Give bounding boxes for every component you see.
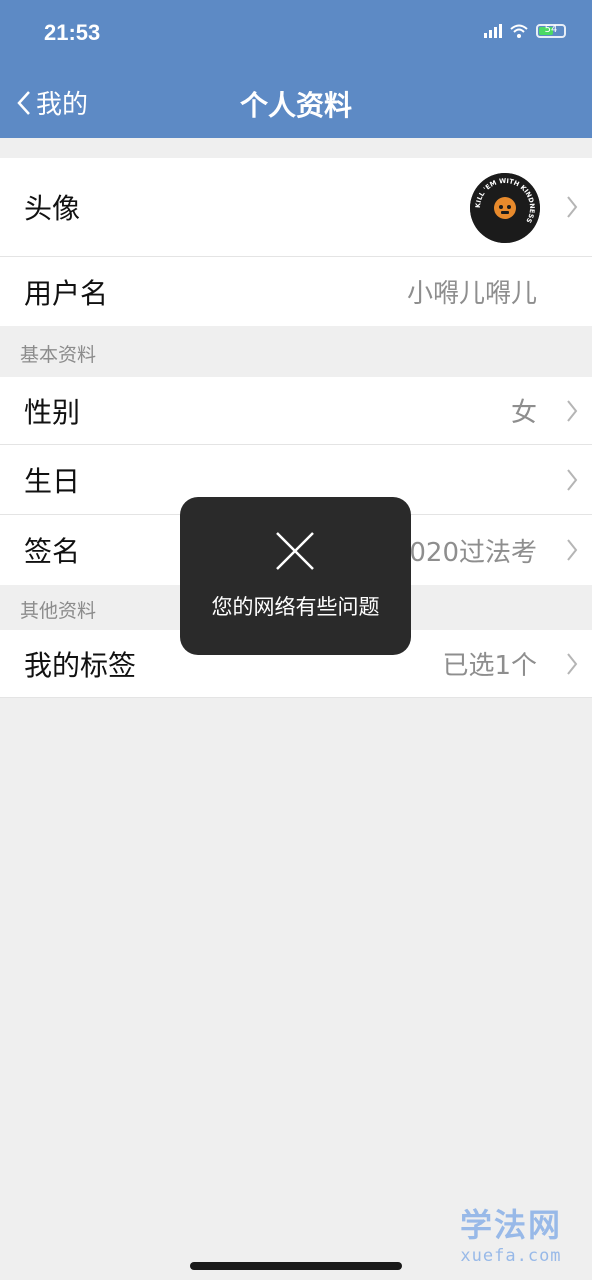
back-button[interactable]: 我的 — [16, 84, 88, 121]
tags-label: 我的标签 — [24, 648, 137, 682]
watermark-logo: 学法网 xuefa.com — [460, 1200, 562, 1266]
signal-icon — [484, 24, 502, 38]
page-title: 个人资料 — [239, 89, 352, 122]
signature-label: 签名 — [24, 535, 81, 568]
chevron-right-icon — [567, 399, 578, 422]
gender-row[interactable]: 性别 女 — [0, 377, 592, 444]
error-toast: 您的网络有些问题 — [180, 497, 411, 655]
signature-value: 020过法考 — [409, 537, 537, 568]
username-value: 小嘚儿嘚儿 — [406, 279, 537, 309]
avatar[interactable]: KILL 'EM WITH KINDNESS — [470, 173, 540, 243]
chevron-right-icon — [567, 652, 578, 675]
chevron-right-icon — [567, 468, 578, 491]
avatar-label: 头像 — [24, 192, 81, 225]
back-label: 我的 — [36, 90, 89, 120]
section-header-basic: 基本资料 — [20, 344, 97, 366]
close-icon — [276, 532, 314, 570]
gender-value: 女 — [510, 398, 537, 428]
home-indicator[interactable] — [190, 1262, 402, 1270]
status-icons: 54 — [484, 24, 566, 38]
toast-message: 您的网络有些问题 — [211, 595, 380, 619]
chevron-left-icon — [17, 90, 30, 115]
watermark-url: xuefa.com — [460, 1246, 562, 1266]
avatar-image: KILL 'EM WITH KINDNESS — [470, 173, 540, 243]
chevron-right-icon — [567, 539, 578, 561]
chevron-right-icon — [567, 196, 578, 218]
wifi-icon — [510, 24, 528, 38]
avatar-row[interactable]: 头像 KILL 'EM WITH KINDNESS — [0, 158, 592, 256]
battery-icon: 54 — [536, 24, 566, 38]
status-time: 21:53 — [44, 20, 101, 45]
section-header-other: 其他资料 — [20, 600, 97, 622]
nav-header: 21:53 54 我的 个人资料 — [0, 0, 592, 138]
watermark-name: 学法网 — [459, 1206, 562, 1244]
birthday-label: 生日 — [24, 464, 81, 498]
username-row: 用户名 小嘚儿嘚儿 — [0, 257, 592, 326]
gender-label: 性别 — [24, 395, 81, 429]
username-label: 用户名 — [24, 276, 109, 310]
divider — [0, 697, 592, 698]
tags-value: 已选1个 — [442, 651, 537, 681]
